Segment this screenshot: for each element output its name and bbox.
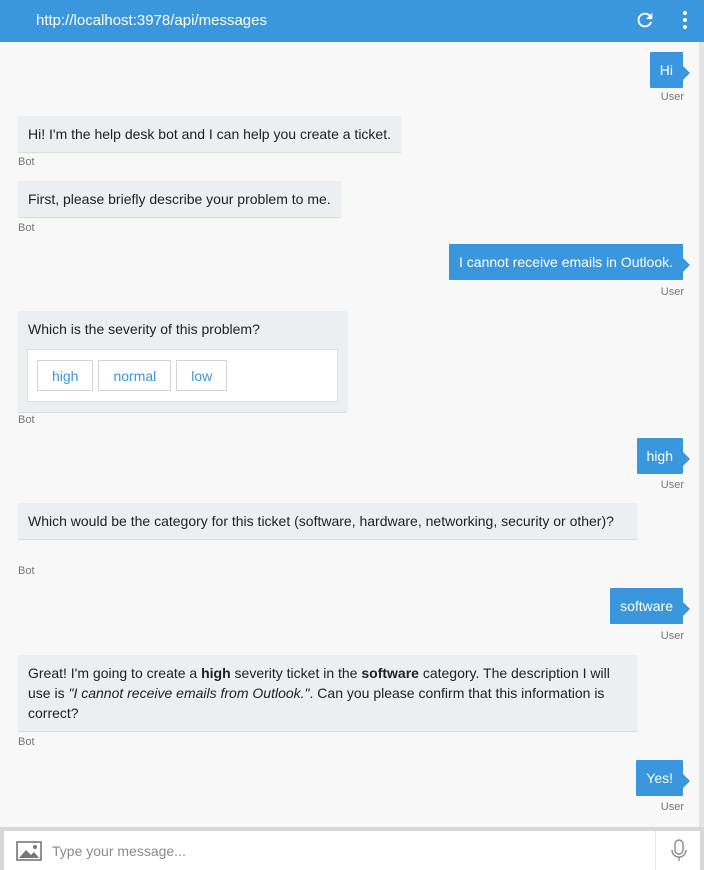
choice-buttons: high normal low	[27, 349, 338, 402]
composer-box	[4, 831, 700, 870]
user-message: Yes!	[636, 760, 690, 796]
message-text: Yes!	[646, 770, 673, 786]
bot-message: Which would be the category for this tic…	[18, 503, 637, 539]
message-sender: User	[660, 479, 684, 491]
choice-button-normal[interactable]: normal	[98, 360, 172, 391]
image-upload-icon[interactable]	[16, 841, 42, 861]
message-text: Which would be the category for this tic…	[28, 513, 614, 529]
page-title: http://localhost:3978/api/messages	[36, 12, 267, 29]
severity-value: high	[201, 665, 231, 681]
message-composer	[0, 827, 704, 870]
message-text: Great! I'm going to create a high severi…	[28, 665, 610, 721]
category-value: software	[361, 665, 419, 681]
message-sender: User	[660, 286, 684, 298]
bot-message: First, please briefly describe your prob…	[18, 181, 341, 217]
description-value: "I cannot receive emails from Outlook."	[68, 685, 310, 701]
chat-transcript[interactable]: Hi User Hi! I'm the help desk bot and I …	[0, 42, 700, 827]
message-text: Which is the severity of this problem?	[28, 321, 260, 337]
user-message: high	[636, 438, 691, 474]
message-sender: Bot	[18, 414, 35, 426]
message-input[interactable]	[52, 837, 642, 865]
scrollbar[interactable]	[699, 42, 704, 827]
message-sender: Bot	[18, 736, 35, 748]
more-vertical-icon[interactable]	[678, 9, 692, 33]
bot-message: Hi! I'm the help desk bot and I can help…	[18, 116, 401, 152]
user-message: I cannot receive emails in Outlook.	[449, 244, 690, 280]
message-sender: Bot	[18, 222, 35, 234]
message-sender: User	[660, 630, 684, 642]
message-text: software	[620, 598, 673, 614]
message-text: Hi! I'm the help desk bot and I can help…	[28, 126, 391, 142]
choice-button-low[interactable]: low	[176, 360, 228, 391]
bot-card-message: Which is the severity of this problem? h…	[18, 311, 347, 412]
message-text: high	[646, 448, 673, 464]
app-header: http://localhost:3978/api/messages	[0, 0, 704, 42]
bot-message: Great! I'm going to create a high severi…	[18, 655, 637, 731]
message-sender: Bot	[18, 565, 35, 577]
message-text: Hi	[659, 62, 673, 78]
message-text: First, please briefly describe your prob…	[28, 191, 331, 207]
user-message: Hi	[649, 52, 691, 88]
user-message: software	[610, 588, 690, 624]
message-sender: Bot	[18, 156, 35, 168]
divider	[655, 831, 656, 870]
microphone-icon[interactable]	[670, 839, 688, 863]
refresh-icon[interactable]	[634, 9, 656, 31]
message-sender: User	[660, 801, 684, 813]
choice-button-high[interactable]: high	[37, 360, 94, 391]
message-text: I cannot receive emails in Outlook.	[459, 254, 673, 270]
message-sender: User	[660, 91, 684, 103]
